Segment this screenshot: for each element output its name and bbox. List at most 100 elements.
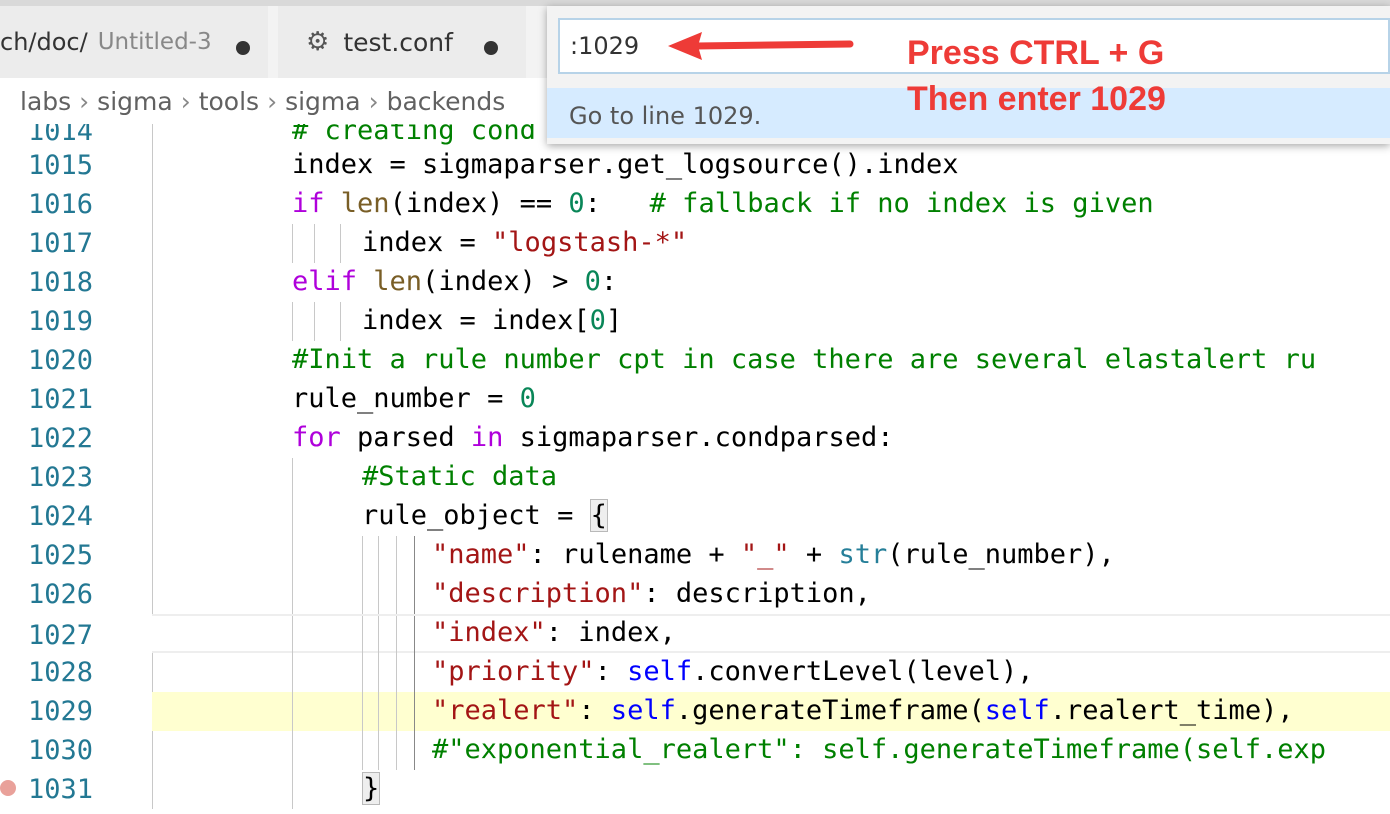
code-line[interactable]: 1016 if len(index) == 0: # fallback if n… — [0, 185, 1390, 224]
indent-guide — [362, 692, 363, 731]
indent-guide — [152, 731, 153, 770]
unsaved-dot-icon[interactable] — [236, 41, 250, 55]
line-number: 1026 — [28, 579, 94, 610]
code-line[interactable]: 1015 index = sigmaparser.get_logsource()… — [0, 146, 1390, 185]
line-number: 1020 — [28, 345, 94, 376]
indent-guide — [152, 575, 153, 614]
code-text: if len(index) == 0: # fallback if no ind… — [292, 188, 1154, 219]
chevron-right-icon: › — [180, 86, 191, 116]
indent-guide — [396, 653, 397, 692]
indent-guide — [314, 302, 315, 341]
indent-guide — [292, 692, 293, 731]
line-number: 1027 — [28, 620, 94, 651]
code-line[interactable]: 1021 rule_number = 0 — [0, 380, 1390, 419]
line-number: 1025 — [28, 540, 94, 571]
code-line[interactable]: 1020 #Init a rule number cpt in case the… — [0, 341, 1390, 380]
code-line[interactable]: 1023 #Static data — [0, 458, 1390, 497]
code-text: "priority": self.convertLevel(level), — [432, 656, 1034, 687]
indent-guide — [378, 653, 379, 692]
indent-guide — [362, 731, 363, 770]
code-text: #Static data — [362, 461, 558, 492]
tab-path: ch/doc/ — [0, 28, 88, 56]
code-text: "name": rulename + "_" + str(rule_number… — [432, 539, 1115, 570]
line-number: 1028 — [28, 657, 94, 688]
indent-guide — [292, 497, 293, 536]
indent-guide — [292, 536, 293, 575]
line-number: 1018 — [28, 267, 94, 298]
indent-guide — [396, 692, 397, 731]
code-line[interactable]: 1019 index = index[0] — [0, 302, 1390, 341]
line-number: 1022 — [28, 423, 94, 454]
code-line[interactable]: 1028 "priority": self.convertLevel(level… — [0, 653, 1390, 692]
code-line[interactable]: 1030 #"exponential_realert": self.genera… — [0, 731, 1390, 770]
code-text: index = "logstash-*" — [362, 227, 688, 258]
code-line[interactable]: 1031 } — [0, 770, 1390, 809]
line-number: 1023 — [28, 462, 94, 493]
line-number: 1031 — [28, 774, 94, 805]
indent-guide — [152, 302, 153, 341]
code-line[interactable]: 1018 elif len(index) > 0: — [0, 263, 1390, 302]
indent-guide — [152, 146, 153, 185]
line-number: 1017 — [28, 228, 94, 259]
indent-guide — [314, 224, 315, 263]
indent-guide — [152, 770, 153, 809]
indent-guide — [340, 224, 341, 263]
indent-guide — [292, 770, 293, 809]
indent-guide — [362, 536, 363, 575]
indent-guide — [292, 575, 293, 614]
code-text: elif len(index) > 0: — [292, 266, 618, 297]
breakpoint-icon[interactable] — [0, 780, 16, 796]
indent-guide — [292, 731, 293, 770]
indent-guide — [152, 497, 153, 536]
gear-icon: ⚙ — [306, 27, 330, 57]
code-line[interactable]: 1022 for parsed in sigmaparser.condparse… — [0, 419, 1390, 458]
unsaved-dot-icon[interactable] — [484, 41, 498, 55]
code-line-current[interactable]: 1029 "realert": self.generateTimeframe(s… — [28, 692, 1390, 731]
tab-label: test.conf — [343, 27, 453, 57]
indent-guide — [152, 419, 153, 458]
indent-guide — [378, 536, 379, 575]
indent-guide-active — [414, 616, 415, 655]
annotation-line-2: Then enter 1029 — [907, 80, 1166, 118]
tab-untitled-3[interactable]: ch/doc/ Untitled-3 — [0, 6, 268, 78]
indent-guide — [396, 536, 397, 575]
tab-test-conf[interactable]: ⚙ test.conf — [278, 6, 526, 78]
code-text: "index": index, — [432, 617, 676, 648]
indent-guide — [396, 616, 397, 655]
tab-label: Untitled-3 — [97, 29, 212, 55]
indent-guide-active — [414, 692, 415, 731]
indent-guide — [292, 653, 293, 692]
line-number: 1024 — [28, 501, 94, 532]
line-number: 1016 — [28, 189, 94, 220]
code-line[interactable]: 1017 index = "logstash-*" — [0, 224, 1390, 263]
arrow-left-icon — [668, 32, 854, 60]
code-line[interactable]: 1024 rule_object = { — [0, 497, 1390, 536]
indent-guide — [292, 616, 293, 655]
line-number: 1029 — [28, 696, 94, 727]
indent-guide — [152, 224, 153, 263]
breadcrumb-item[interactable]: backends — [387, 87, 506, 116]
indent-guide — [152, 653, 153, 692]
code-text: } — [362, 772, 381, 805]
indent-guide — [152, 341, 153, 380]
code-text: #"exponential_realert": self.generateTim… — [432, 734, 1327, 765]
indent-guide-active — [414, 575, 415, 614]
breadcrumb-item[interactable]: labs — [20, 87, 71, 116]
indent-guide — [340, 302, 341, 341]
code-line[interactable]: 1026 "description": description, — [0, 575, 1390, 614]
indent-guide — [152, 380, 153, 419]
indent-guide — [362, 653, 363, 692]
code-text: # creating cond — [292, 124, 536, 146]
breadcrumb-item[interactable]: tools — [199, 87, 259, 116]
indent-guide — [378, 616, 379, 655]
code-text: "realert": self.generateTimeframe(self.r… — [432, 695, 1294, 726]
indent-guide — [378, 692, 379, 731]
breadcrumb-item[interactable]: sigma — [97, 87, 173, 116]
matching-bracket: } — [362, 772, 381, 805]
code-editor[interactable]: 1014 # creating cond 1015 index = sigmap… — [0, 124, 1390, 814]
code-line[interactable]: 1027 "index": index, — [28, 614, 1390, 655]
code-line[interactable]: 1025 "name": rulename + "_" + str(rule_n… — [0, 536, 1390, 575]
code-text: rule_number = 0 — [292, 383, 536, 414]
indent-guide — [152, 536, 153, 575]
breadcrumb-item[interactable]: sigma — [285, 87, 361, 116]
